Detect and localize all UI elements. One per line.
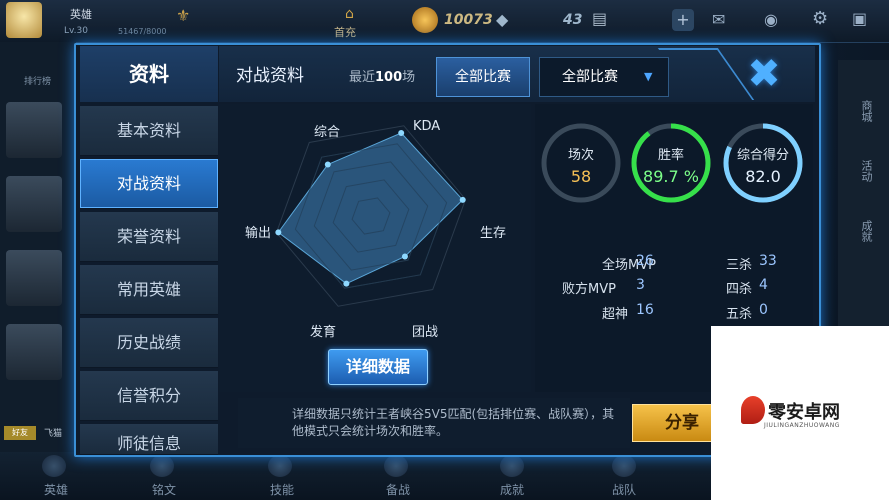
radar-label-survival: 生存: [480, 226, 507, 241]
score-value: 82.0: [745, 167, 781, 186]
sidebar-item-history[interactable]: 历史战绩: [80, 318, 218, 368]
winrate-value: 89.7 %: [643, 167, 699, 186]
nav-achievement-icon: [500, 455, 524, 477]
watermark-logo-icon: [741, 396, 765, 424]
stat-value-legendary: 16: [636, 302, 654, 318]
games-ring-graphic: [541, 123, 621, 203]
friend-badge: 好友: [4, 426, 36, 440]
score-ring-graphic: [723, 123, 803, 203]
radar-point: [324, 161, 331, 168]
stat-key-legendary: 超神: [601, 307, 628, 322]
radar-point: [398, 130, 405, 137]
coin-count: 10073: [444, 12, 493, 28]
nav-skill-icon: [268, 455, 292, 477]
sidebar-item-mentor[interactable]: 师徒信息: [80, 424, 218, 455]
radar-label-teamfight: 团战: [412, 325, 439, 340]
player-exp: 51467/8000: [118, 27, 167, 36]
gem-count: 43: [563, 12, 583, 28]
close-button[interactable]: ✖: [738, 52, 790, 96]
left-lobby-strip: [0, 42, 76, 452]
all-matches-button[interactable]: 全部比赛: [436, 57, 530, 97]
stat-value-triple: 33: [759, 253, 777, 269]
ticket-icon: ▤: [592, 9, 608, 28]
nav-rune-icon: [150, 455, 174, 477]
stat-key-quadra: 四杀: [725, 282, 752, 297]
winrate-label: 胜率: [657, 148, 684, 163]
radar-label-overall: 综合: [314, 125, 341, 140]
radar-label-damage: 输出: [245, 226, 272, 241]
stat-key-triple: 三杀: [725, 258, 752, 273]
stat-value-loss-mvp: 3: [636, 277, 645, 293]
recent-games-label: 最近100场: [349, 70, 416, 85]
gem-icon: ◆: [496, 10, 509, 29]
radar-point: [343, 280, 350, 287]
shop-entry[interactable]: 商城: [858, 100, 874, 122]
sidebar-title: 资料: [80, 46, 218, 102]
nav-hero-icon: [42, 455, 66, 477]
volume-icon[interactable]: ◉: [764, 10, 778, 29]
friend-avatar[interactable]: [6, 324, 62, 380]
radar-point: [275, 229, 282, 236]
score-label: 综合得分: [736, 148, 789, 163]
radar-point: [401, 253, 408, 260]
chevron-down-icon: ▼: [644, 70, 653, 83]
home-icon[interactable]: ⌂: [345, 6, 354, 22]
extra-icon[interactable]: ▣: [852, 9, 867, 28]
friend-avatar[interactable]: [6, 250, 62, 306]
event-entry[interactable]: 活动: [858, 160, 874, 182]
plus-icon[interactable]: +: [672, 9, 694, 31]
sidebar-item-credit[interactable]: 信誉积分: [80, 371, 218, 421]
nav-team-icon: [612, 455, 636, 477]
radar-point: [459, 196, 466, 203]
games-label: 场次: [567, 148, 594, 163]
home-label[interactable]: 首充: [334, 24, 356, 40]
nav-achievement[interactable]: 成就: [500, 481, 524, 498]
nav-prepare-icon: [384, 455, 408, 477]
radar-area: [277, 132, 464, 285]
stat-value-mvp: 26: [636, 253, 654, 269]
friend-avatar[interactable]: [6, 176, 62, 232]
page-title: 对战资料: [236, 66, 304, 86]
sidebar-item-basic[interactable]: 基本资料: [80, 106, 218, 156]
nav-team[interactable]: 战队: [612, 481, 636, 498]
radar-label-growth: 发育: [310, 325, 337, 340]
player-name: 英雄: [70, 8, 92, 21]
achievement-entry[interactable]: 成就: [858, 220, 874, 242]
winrate-ring: 胜率 89.7 %: [630, 122, 712, 204]
mail-icon[interactable]: ✉: [712, 10, 725, 29]
watermark-title: 零安卓网: [768, 402, 840, 423]
sidebar-item-heroes[interactable]: 常用英雄: [80, 265, 218, 315]
sidebar-item-honor[interactable]: 荣誉资料: [80, 212, 218, 262]
score-ring: 综合得分 82.0: [722, 122, 804, 204]
stat-key-loss-mvp: 败方MVP: [562, 282, 616, 297]
nav-rune[interactable]: 铭文: [152, 481, 176, 498]
rank-label[interactable]: 排行榜: [24, 74, 51, 87]
dropdown-value: 全部比赛: [562, 69, 618, 85]
friend-name: 飞猫: [44, 429, 63, 439]
games-value: 58: [570, 167, 592, 186]
nav-skill[interactable]: 技能: [270, 481, 294, 498]
player-level: Lv.30: [64, 26, 88, 36]
gold-icon[interactable]: ⚜: [176, 6, 190, 25]
avatar[interactable]: [6, 2, 42, 38]
coin-icon: [412, 7, 438, 33]
games-ring: 场次 58: [540, 122, 622, 204]
stat-value-penta: 0: [759, 302, 768, 318]
radar-label-kda: KDA: [413, 119, 441, 134]
detail-data-button[interactable]: 详细数据: [328, 349, 428, 385]
stat-value-quadra: 4: [759, 277, 768, 293]
nav-prepare[interactable]: 备战: [386, 481, 410, 498]
stat-key-penta: 五杀: [725, 307, 752, 322]
sidebar-item-battle[interactable]: 对战资料: [80, 159, 218, 209]
nav-hero[interactable]: 英雄: [44, 481, 68, 498]
winrate-ring-graphic: [631, 123, 711, 203]
friend-avatar[interactable]: [6, 102, 62, 158]
watermark-sub: JIULINGANZHUOWANG: [764, 422, 840, 429]
top-bar: 英雄 Lv.30 51467/8000 ⚜ ⌂ 首充 10073 ◆ 43 ▤ …: [0, 0, 889, 43]
match-type-dropdown[interactable]: 全部比赛 ▼: [539, 57, 669, 97]
stats-note: 详细数据只统计王者峡谷5V5匹配(包括排位赛、战队赛），其他模式只会统计场次和胜…: [292, 407, 615, 438]
ring-arc: [631, 123, 711, 203]
gear-icon[interactable]: ⚙: [812, 8, 828, 29]
